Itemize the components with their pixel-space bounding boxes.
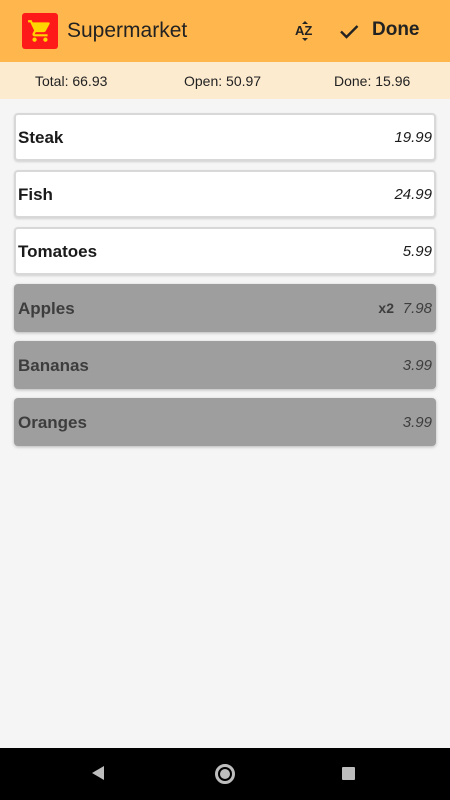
list-item[interactable]: Steak 19.99 xyxy=(14,113,436,161)
item-name: Apples xyxy=(18,299,75,318)
item-name: Fish xyxy=(18,185,53,204)
item-name: Oranges xyxy=(18,413,87,432)
item-price: 19.99 xyxy=(394,129,432,146)
home-icon[interactable] xyxy=(215,764,235,784)
app-bar: Supermarket AZ Done xyxy=(0,0,450,62)
back-icon[interactable] xyxy=(92,766,104,780)
open-amount: Open: 50.97 xyxy=(184,73,262,89)
item-quantity: x2 xyxy=(378,300,394,316)
shopping-cart-icon xyxy=(22,13,58,49)
item-price: 3.99 xyxy=(402,357,432,374)
item-price: 24.99 xyxy=(394,186,432,203)
item-price: 5.99 xyxy=(402,243,432,260)
list-item[interactable]: Fish 24.99 xyxy=(14,170,436,218)
done-amount: Done: 15.96 xyxy=(334,73,411,89)
list-item[interactable]: Oranges 3.99 xyxy=(14,398,436,446)
totals-bar: Total: 66.93 Open: 50.97 Done: 15.96 xyxy=(0,62,450,99)
list-item[interactable]: Tomatoes 5.99 xyxy=(14,227,436,275)
svg-text:AZ: AZ xyxy=(295,23,312,38)
system-nav-bar xyxy=(0,748,450,800)
sort-az-icon[interactable]: AZ xyxy=(288,14,322,48)
total-amount: Total: 66.93 xyxy=(35,73,108,89)
app-title: Supermarket xyxy=(67,19,188,42)
item-name: Steak xyxy=(18,128,64,147)
item-name: Tomatoes xyxy=(18,242,98,261)
list-item[interactable]: Apples x2 7.98 xyxy=(14,284,436,332)
recents-icon[interactable] xyxy=(342,767,355,780)
item-price: 3.99 xyxy=(402,414,432,431)
check-icon[interactable] xyxy=(332,14,366,48)
done-button[interactable]: Done xyxy=(372,19,420,41)
list-item[interactable]: Bananas 3.99 xyxy=(14,341,436,389)
item-name: Bananas xyxy=(18,356,89,375)
item-price: 7.98 xyxy=(402,300,432,317)
